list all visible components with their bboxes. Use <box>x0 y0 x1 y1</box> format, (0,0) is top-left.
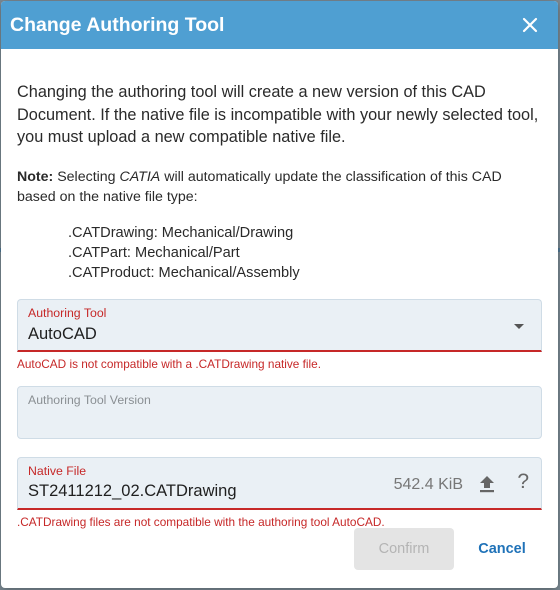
authoring-tool-version-field[interactable]: Authoring Tool Version <box>17 385 542 439</box>
extension-classification-list: .CATDrawing: Mechanical/Drawing .CATPart… <box>68 223 542 283</box>
note-text: Note: Selecting CATIA will automatically… <box>17 167 542 207</box>
dialog-header: Change Authoring Tool <box>1 1 558 49</box>
upload-button[interactable] <box>476 473 498 495</box>
close-icon <box>522 17 538 33</box>
confirm-button[interactable]: Confirm <box>354 528 454 570</box>
dialog-title: Change Authoring Tool <box>10 13 225 36</box>
list-item: .CATDrawing: Mechanical/Drawing <box>68 224 294 241</box>
catia-term: CATIA <box>119 168 161 185</box>
cancel-button[interactable]: Cancel <box>463 528 541 570</box>
authoring-tool-error: AutoCAD is not compatible with a .CATDra… <box>17 356 322 371</box>
native-file-field[interactable]: Native File ST2411212_02.CATDrawing 542.… <box>17 456 542 510</box>
native-file-label: Native File <box>28 463 87 478</box>
note-label: Note: <box>17 168 54 185</box>
dialog-footer: Confirm Cancel <box>1 528 558 570</box>
list-item: .CATProduct: Mechanical/Assembly <box>68 264 300 281</box>
list-item: .CATPart: Mechanical/Part <box>68 244 240 261</box>
intro-text: Changing the authoring tool will create … <box>17 83 539 146</box>
file-size: 542.4 KiB <box>393 475 463 493</box>
help-button[interactable]: ? <box>517 470 529 494</box>
authoring-tool-label: Authoring Tool <box>28 305 107 320</box>
authoring-tool-version-label: Authoring Tool Version <box>28 392 151 407</box>
authoring-tool-value: AutoCAD <box>28 324 97 343</box>
change-authoring-tool-dialog: Change Authoring Tool Changing the autho… <box>1 1 558 588</box>
chevron-down-icon[interactable] <box>514 323 524 329</box>
upload-icon <box>480 475 494 492</box>
dialog-body: Changing the authoring tool will create … <box>1 49 558 531</box>
note-text-before: Selecting <box>53 168 120 185</box>
authoring-tool-select[interactable]: Authoring Tool AutoCAD <box>17 298 542 352</box>
native-file-name: ST2411212_02.CATDrawing <box>28 481 237 500</box>
close-button[interactable] <box>516 11 544 39</box>
